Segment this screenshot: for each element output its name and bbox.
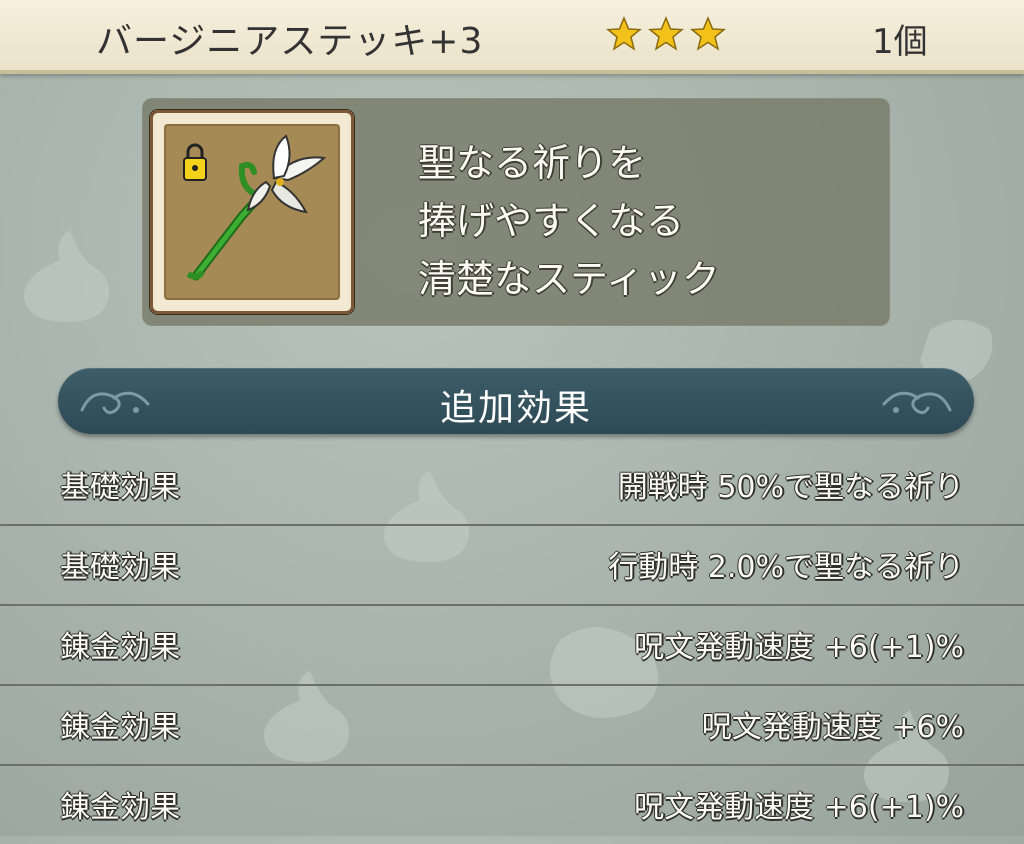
effect-label: 錬金効果 <box>60 710 180 745</box>
effect-row: 錬金効果 呪文発動速度 +6(+1)% <box>0 604 1024 686</box>
item-count: 1個 <box>872 22 928 62</box>
effect-row: 錬金効果 呪文発動速度 +6(+1)% <box>0 764 1024 844</box>
description-line-1: 聖なる祈りを <box>418 141 647 185</box>
effect-value: 呪文発動速度 +6(+1)% <box>634 790 964 825</box>
description-line-3: 清楚なスティック <box>418 257 720 301</box>
effect-label: 錬金効果 <box>60 790 180 825</box>
effect-value: 呪文発動速度 +6(+1)% <box>634 630 964 665</box>
rarity-stars <box>606 16 726 52</box>
effect-label: 錬金効果 <box>60 630 180 665</box>
description-line-2: 捧げやすくなる <box>418 199 685 243</box>
item-name: バージニアステッキ+3 <box>96 21 484 62</box>
effect-label: 基礎効果 <box>60 550 180 585</box>
effect-row: 錬金効果 呪文発動速度 +6% <box>0 684 1024 766</box>
lily-staff-icon <box>164 124 340 300</box>
star-icon <box>648 16 684 52</box>
title-bar: バージニアステッキ+3 1個 <box>0 0 1024 74</box>
effect-value: 行動時 2.0%で聖なる祈り <box>608 550 964 585</box>
section-title: 追加効果 <box>439 388 592 429</box>
effect-row: 基礎効果 行動時 2.0%で聖なる祈り <box>0 524 1024 606</box>
additional-effects-banner: 追加効果 <box>58 368 974 434</box>
effect-row: 基礎効果 開戦時 50%で聖なる祈り <box>0 444 1024 526</box>
star-icon <box>606 16 642 52</box>
effect-value: 開戦時 50%で聖なる祈り <box>617 470 964 505</box>
effect-value: 呪文発動速度 +6% <box>701 710 964 745</box>
swirl-ornament-icon <box>882 391 952 415</box>
effect-label: 基礎効果 <box>60 470 180 505</box>
item-icon-frame[interactable] <box>150 110 354 314</box>
star-icon <box>690 16 726 52</box>
